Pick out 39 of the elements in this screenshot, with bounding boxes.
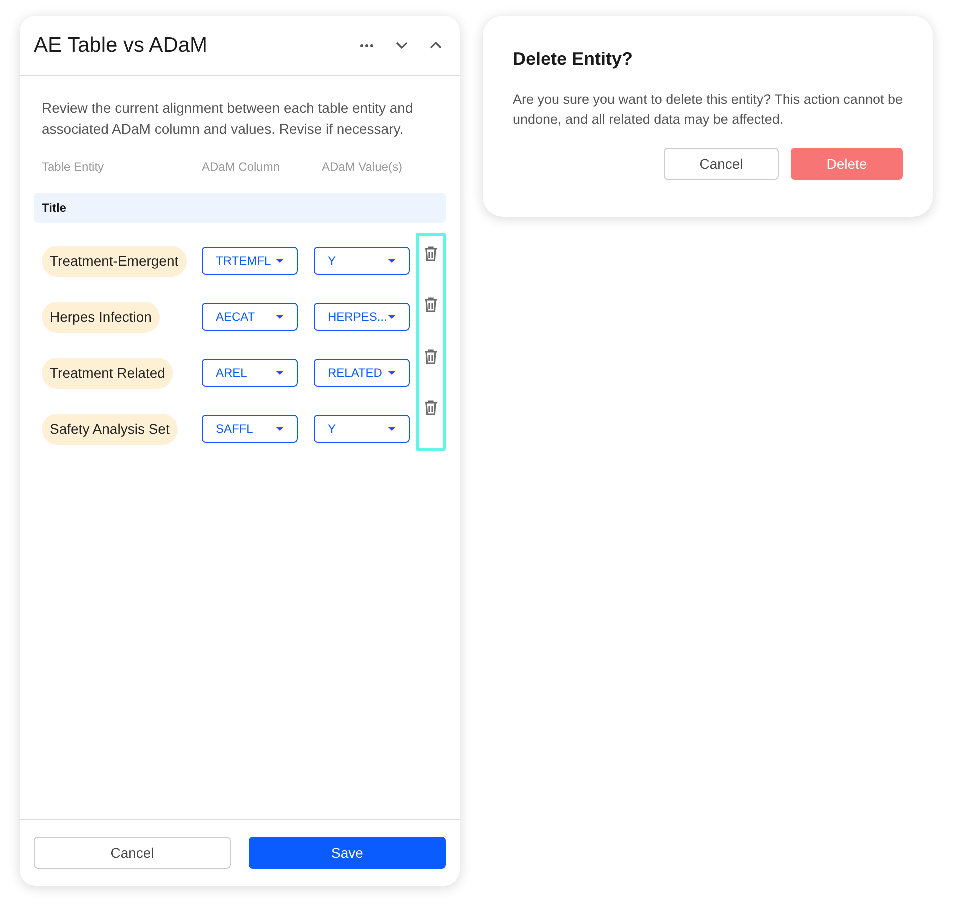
- dropdown[interactable]: RELATED: [314, 359, 410, 387]
- panel-title: AE Table vs ADaM: [34, 32, 208, 59]
- more-icon[interactable]: [360, 44, 374, 48]
- cancel-button[interactable]: Cancel: [664, 148, 779, 180]
- caret-icon: [276, 371, 284, 375]
- delete-icon[interactable]: [424, 297, 438, 314]
- caret-icon: [388, 315, 396, 319]
- delete-icon[interactable]: [424, 400, 438, 416]
- save-button[interactable]: Save: [249, 837, 446, 869]
- dropdown[interactable]: Y: [314, 415, 410, 443]
- dialog-title: Delete Entity?: [513, 48, 634, 71]
- caret-icon: [276, 259, 284, 263]
- delete-icon[interactable]: [424, 348, 438, 364]
- section-header: Title: [34, 193, 446, 223]
- caret-icon: [388, 371, 396, 375]
- entity-chip: Safety Analysis Set: [42, 414, 178, 444]
- entity-chip: Treatment Related: [42, 358, 174, 388]
- caret-icon: [388, 427, 396, 431]
- dropdown[interactable]: SAFFL: [202, 415, 298, 443]
- dialog-message: Are you sure you want to delete this entity? This action cannot be undone, and all related data may be affected.: [513, 91, 903, 129]
- dropdown[interactable]: TRTEMFL: [202, 247, 298, 275]
- cancel-button[interactable]: Cancel: [34, 837, 231, 869]
- dropdown[interactable]: AREL: [202, 359, 298, 387]
- chevron-up-icon[interactable]: [430, 42, 442, 49]
- delete-icon[interactable]: [424, 246, 438, 262]
- column-header: Table Entity: [42, 159, 106, 176]
- description: Review the current alignment between each table entity and associated ADaM column and values. Revise if necessary.: [41, 99, 414, 139]
- dropdown[interactable]: Y: [314, 247, 410, 275]
- dropdown[interactable]: AECAT: [202, 303, 298, 331]
- caret-icon: [276, 427, 284, 431]
- delete-button[interactable]: Delete: [791, 148, 903, 180]
- dropdown[interactable]: HERPES...: [314, 303, 410, 331]
- caret-icon: [388, 259, 396, 263]
- caret-icon: [276, 315, 284, 319]
- chevron-down-icon[interactable]: [396, 42, 408, 49]
- column-header: ADaM Column: [202, 159, 282, 176]
- column-header: ADaM Value(s): [322, 159, 402, 176]
- entity-chip: Herpes Infection: [42, 302, 160, 332]
- entity-chip: Treatment-Emergent: [42, 246, 187, 276]
